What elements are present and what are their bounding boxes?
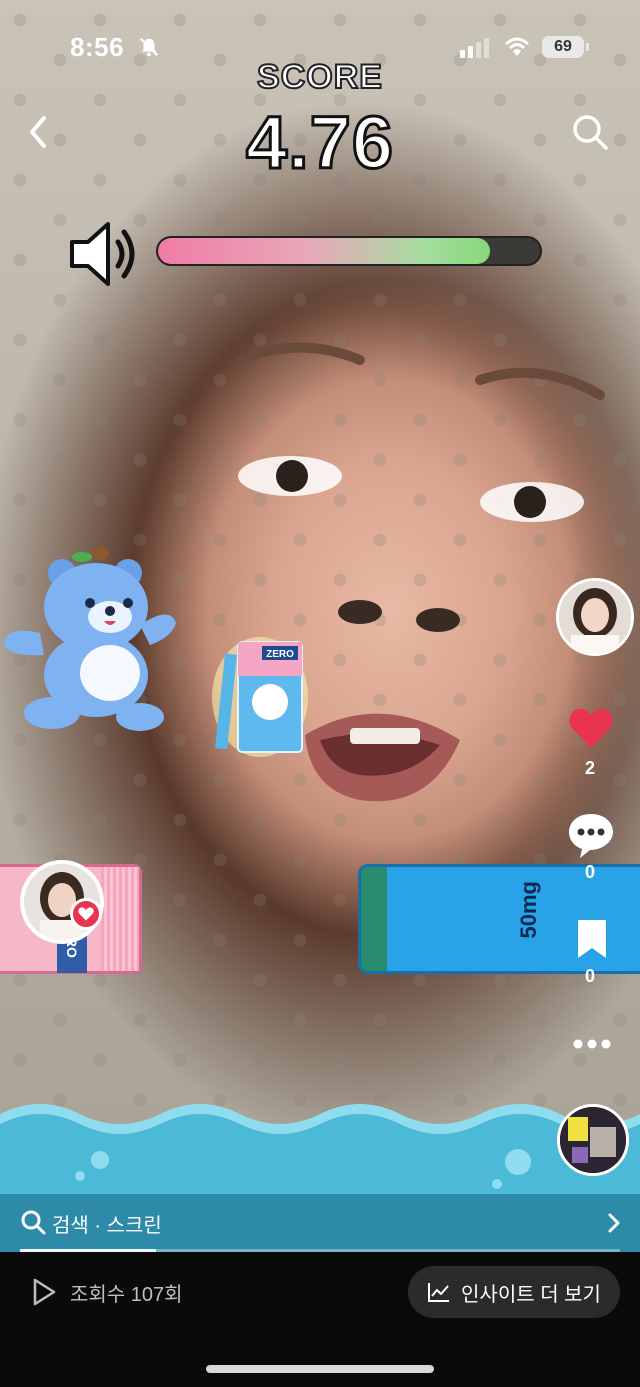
speaker-icon [70,222,135,286]
blue-bear-mascot [4,546,176,731]
pack-stripe [101,867,139,971]
comment-bubble-icon[interactable] [566,810,616,860]
related-search-text: 검색 · 스크린 [52,1215,162,1237]
score-value: 4.76 [244,100,395,186]
volume-meter [156,236,542,266]
more-options-icon[interactable] [570,1034,614,1054]
wifi-icon [505,37,529,56]
battery-tip [586,43,589,51]
save-count: 0 [584,966,595,986]
insight-button[interactable]: 인사이트 더 보기 [408,1266,620,1318]
like-heart-icon[interactable] [566,704,616,752]
bookmark-icon[interactable] [574,918,610,960]
chart-icon [428,1283,450,1302]
like-count: 2 [584,758,595,778]
pack-dosage-label: 50mg [516,881,541,939]
profile-avatar[interactable] [556,578,634,656]
heart-badge-icon [70,898,102,930]
view-count-text: 조회수 107회 [70,1283,183,1306]
pack-edge [361,867,387,971]
play-icon [33,1278,56,1306]
volume-meter-fill [158,238,491,264]
insight-button-label: 인사이트 더 보기 [461,1283,601,1306]
battery-level: 69 [542,36,584,58]
music-disc-art [560,1107,626,1173]
score-label: SCORE [256,57,383,97]
product-box-item: ZERO [212,637,308,757]
comment-count: 0 [584,862,595,882]
camera-view: 8:56 69 SCORE 4.76 ZERO 50mg 2 0 0 [0,0,640,1200]
search-icon [21,1210,46,1235]
profile-avatar-image [559,581,631,653]
silent-bell-icon [139,37,159,57]
chevron-right-icon[interactable] [604,1211,624,1235]
view-count: 조회수 107회 [30,1276,183,1308]
svg-text:ZERO: ZERO [266,649,294,660]
home-indicator[interactable] [206,1365,434,1373]
water-wave-decoration [0,1104,640,1200]
cellular-signal-icon [460,38,489,58]
music-disc[interactable] [557,1104,629,1176]
